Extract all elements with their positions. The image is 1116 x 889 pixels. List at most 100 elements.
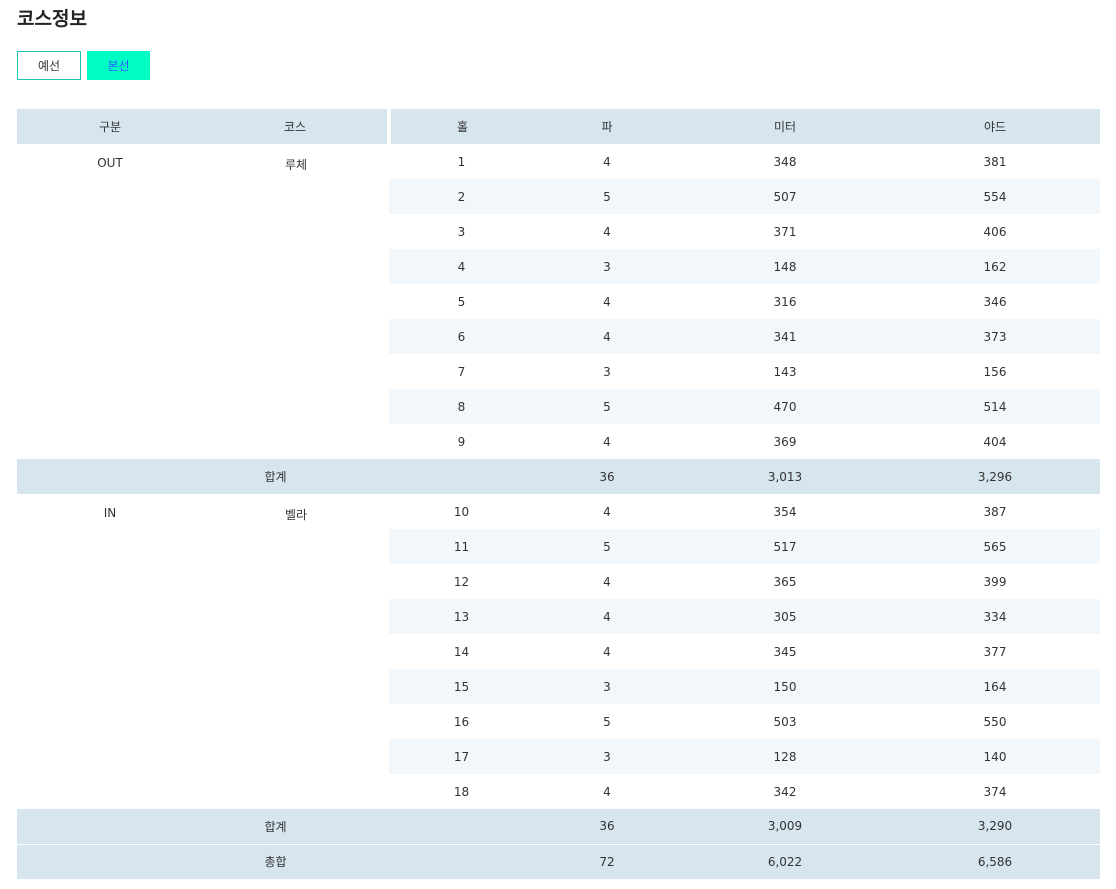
- hole-cell: 1: [457, 154, 466, 169]
- header-meter: 미터: [680, 109, 890, 144]
- meter-cell: 342: [773, 784, 797, 799]
- hole-cell: 16: [453, 714, 470, 729]
- subtotal-par: 36: [534, 459, 680, 494]
- hole-cell: 2: [389, 179, 534, 214]
- meter-cell: 348: [773, 154, 797, 169]
- header-yard: 야드: [890, 109, 1100, 144]
- par-cell: 3: [534, 739, 680, 774]
- table-body: OUT 루체 1 4 348 381 2 5 507 554 3 4 371 406 4 3 148 162 5 4 3…: [17, 144, 1100, 879]
- total-meter: 6,022: [680, 843, 890, 879]
- yard-cell: 404: [983, 434, 1007, 449]
- par-cell: 5: [534, 389, 680, 424]
- yard-cell: 399: [983, 574, 1007, 589]
- yard-cell: 346: [983, 294, 1007, 309]
- par-cell: 3: [534, 249, 680, 284]
- tab-qualifying[interactable]: 예선: [17, 51, 81, 80]
- meter-cell: 517: [680, 529, 890, 564]
- header-par: 파: [534, 109, 680, 144]
- par-cell: 4: [603, 504, 611, 519]
- yard-cell: 550: [983, 714, 1007, 729]
- meter-cell: 470: [680, 389, 890, 424]
- par-cell: 3: [603, 364, 611, 379]
- subtotal-label: 합계: [17, 809, 534, 844]
- meter-cell: 503: [773, 714, 797, 729]
- yard-cell: 514: [890, 389, 1100, 424]
- yard-cell: 406: [983, 224, 1007, 239]
- course-name-cell: 벨라: [284, 508, 308, 522]
- hole-cell: 7: [457, 364, 466, 379]
- table-row: OUT 루체 1 4 348 381: [17, 144, 1100, 179]
- meter-cell: 316: [773, 294, 797, 309]
- header-hole: 홀: [389, 109, 534, 144]
- meter-cell: 150: [680, 669, 890, 704]
- yard-cell: 140: [890, 739, 1100, 774]
- course-name-cell: 루체: [284, 158, 308, 172]
- header-row: 구분 코스 홀 파 미터 야드: [17, 109, 1100, 144]
- subtotal-row: 합계 36 3,009 3,290: [17, 809, 1100, 844]
- hole-cell: 6: [389, 319, 534, 354]
- subtotal-label: 합계: [17, 459, 534, 494]
- hole-cell: 3: [457, 224, 466, 239]
- meter-cell: 354: [773, 504, 797, 519]
- hole-cell: 15: [389, 669, 534, 704]
- yard-cell: 162: [890, 249, 1100, 284]
- division-cell: OUT: [97, 156, 123, 170]
- subtotal-row: 합계 36 3,013 3,296: [17, 459, 1100, 494]
- par-cell: 4: [603, 644, 611, 659]
- hole-cell: 4: [389, 249, 534, 284]
- yard-cell: 554: [890, 179, 1100, 214]
- subtotal-meter: 3,009: [680, 809, 890, 844]
- yard-cell: 156: [983, 364, 1007, 379]
- header-division: 구분: [17, 109, 203, 144]
- meter-cell: 128: [680, 739, 890, 774]
- hole-cell: 18: [453, 784, 470, 799]
- hole-cell: 8: [389, 389, 534, 424]
- total-yard: 6,586: [890, 843, 1100, 879]
- par-cell: 5: [534, 529, 680, 564]
- yard-cell: 164: [890, 669, 1100, 704]
- hole-cell: 11: [389, 529, 534, 564]
- yard-cell: 387: [983, 504, 1007, 519]
- hole-cell: 12: [453, 574, 470, 589]
- meter-cell: 365: [773, 574, 797, 589]
- meter-cell: 369: [773, 434, 797, 449]
- par-cell: 4: [603, 224, 611, 239]
- par-cell: 4: [534, 599, 680, 634]
- yard-cell: 565: [890, 529, 1100, 564]
- subtotal-meter: 3,013: [680, 459, 890, 494]
- meter-cell: 507: [680, 179, 890, 214]
- yard-cell: 373: [890, 319, 1100, 354]
- par-cell: 5: [603, 714, 611, 729]
- hole-cell: 9: [457, 434, 466, 449]
- meter-cell: 371: [773, 224, 797, 239]
- hole-cell: 5: [457, 294, 466, 309]
- total-par: 72: [534, 843, 680, 879]
- course-info-table: 구분 코스 홀 파 미터 야드 OUT 루체 1 4 348 381 2 5 507 554 3 4 3…: [17, 109, 1100, 879]
- yard-cell: 381: [983, 154, 1007, 169]
- yard-cell: 377: [983, 644, 1007, 659]
- table-header: 구분 코스 홀 파 미터 야드: [17, 109, 1100, 144]
- subtotal-yard: 3,296: [890, 459, 1100, 494]
- division-cell: IN: [103, 506, 117, 520]
- meter-cell: 341: [680, 319, 890, 354]
- page-title: 코스정보: [17, 8, 87, 30]
- tab-final[interactable]: 본선: [87, 51, 150, 80]
- hole-cell: 14: [453, 644, 470, 659]
- total-label: 총합: [17, 843, 534, 879]
- par-cell: 4: [603, 784, 611, 799]
- meter-cell: 345: [773, 644, 797, 659]
- hole-cell: 10: [453, 504, 470, 519]
- yard-cell: 374: [983, 784, 1007, 799]
- round-tabs: 예선 본선: [17, 51, 150, 80]
- header-course: 코스: [203, 109, 391, 144]
- par-cell: 4: [603, 154, 611, 169]
- par-cell: 4: [603, 574, 611, 589]
- subtotal-par: 36: [534, 809, 680, 844]
- par-cell: 3: [534, 669, 680, 704]
- par-cell: 4: [603, 294, 611, 309]
- par-cell: 4: [603, 434, 611, 449]
- yard-cell: 334: [890, 599, 1100, 634]
- grand-total-row: 총합 72 6,022 6,586: [17, 843, 1100, 879]
- meter-cell: 148: [680, 249, 890, 284]
- hole-cell: 17: [389, 739, 534, 774]
